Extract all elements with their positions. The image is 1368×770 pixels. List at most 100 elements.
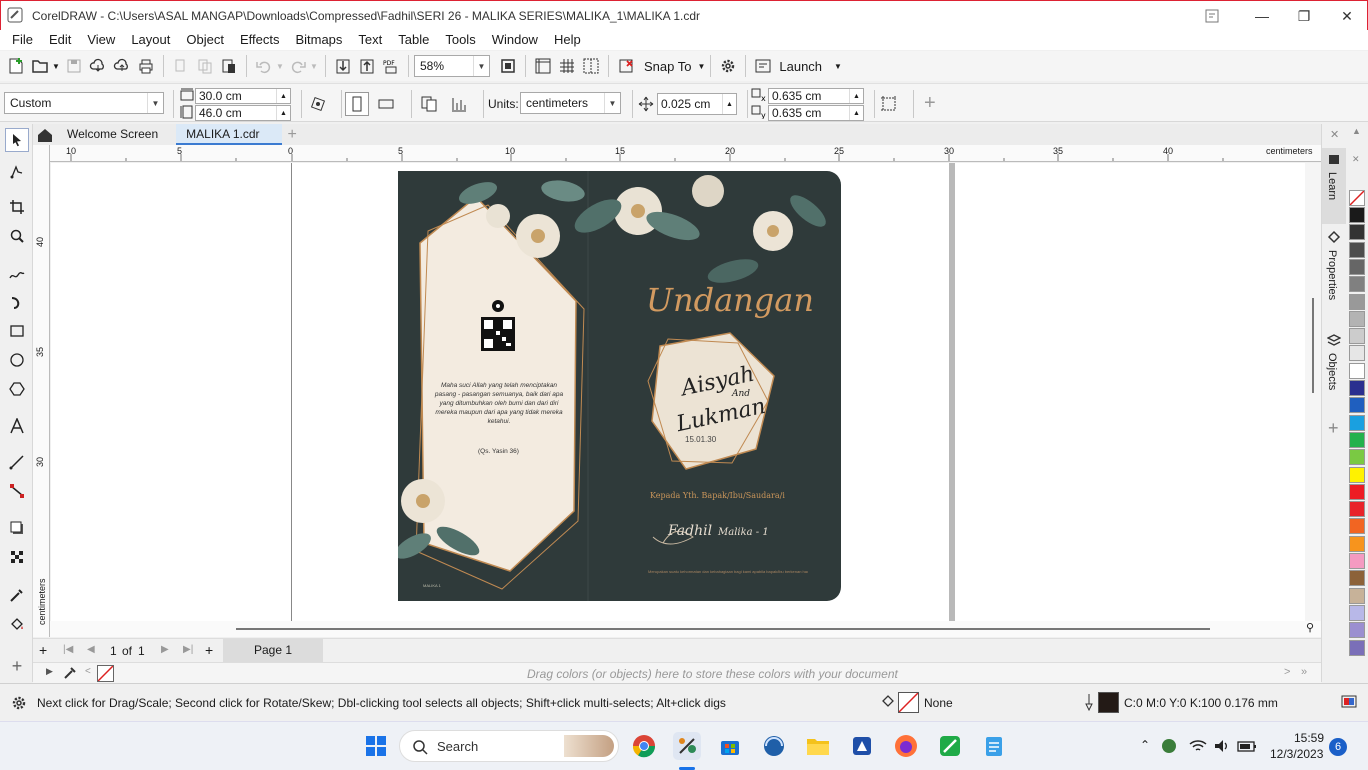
- copy-icon[interactable]: [193, 54, 217, 78]
- page-size-dropdown-icon[interactable]: ▼: [147, 93, 163, 113]
- palette-swatch[interactable]: [1349, 293, 1365, 310]
- zoom-level-combo[interactable]: 58% ▼: [414, 55, 490, 77]
- wifi-icon[interactable]: [1189, 738, 1207, 754]
- eyedropper-tool-icon[interactable]: [5, 583, 29, 607]
- snap-off-icon[interactable]: [614, 54, 638, 78]
- clock-time[interactable]: 15:59: [1294, 731, 1324, 745]
- menu-layout[interactable]: Layout: [125, 30, 176, 50]
- palette-swatch[interactable]: [1349, 466, 1365, 483]
- volume-icon[interactable]: [1213, 738, 1231, 754]
- print-app-icon[interactable]: [848, 732, 876, 760]
- microsoft-store-icon[interactable]: [716, 732, 744, 760]
- docker-tab-learn[interactable]: Learn: [1322, 148, 1346, 224]
- palette-swatch[interactable]: [1349, 241, 1365, 258]
- menu-text[interactable]: Text: [352, 30, 388, 50]
- tray-overflow-icon[interactable]: ⌃: [1140, 738, 1150, 752]
- start-button[interactable]: [362, 732, 390, 760]
- palette-swatch[interactable]: [1349, 310, 1365, 327]
- nudge-spinner-icon[interactable]: ▲: [722, 94, 736, 114]
- battery-icon[interactable]: [1237, 738, 1257, 754]
- landscape-icon[interactable]: [374, 92, 398, 116]
- next-page-icon[interactable]: ▶: [161, 644, 169, 655]
- tab-malika-1[interactable]: MALIKA 1.cdr: [176, 124, 282, 145]
- horizontal-ruler[interactable]: 10 5 0 5 10 15 20 25 30 35 40 centimeter…: [50, 145, 1321, 162]
- redo-dropdown-icon[interactable]: ▼: [310, 62, 320, 71]
- publish-pdf-icon[interactable]: PDF: [379, 54, 403, 78]
- status-settings-gear-icon[interactable]: [10, 694, 28, 712]
- rectangle-tool-icon[interactable]: [5, 319, 29, 343]
- transparency-tool-icon[interactable]: [5, 545, 29, 569]
- palette-swatch[interactable]: [1349, 570, 1365, 587]
- globe-app-icon[interactable]: [760, 732, 788, 760]
- docker-tab-objects[interactable]: Objects: [1322, 329, 1346, 399]
- vertical-scroll-thumb[interactable]: [1312, 298, 1314, 393]
- vertical-ruler[interactable]: 40 35 30 centimeters: [33, 145, 50, 637]
- cut-icon[interactable]: [169, 54, 193, 78]
- import-icon[interactable]: [331, 54, 355, 78]
- cloud-download-icon[interactable]: [86, 54, 110, 78]
- shape-tool-icon[interactable]: [5, 160, 29, 184]
- notepad-icon[interactable]: [980, 732, 1008, 760]
- new-document-icon[interactable]: [4, 54, 28, 78]
- portrait-icon[interactable]: [345, 92, 369, 116]
- units-combo[interactable]: centimeters ▼: [520, 92, 621, 114]
- invitation-design[interactable]: Undangan Aisyah And Lukman 15.01.30 Kepa…: [398, 171, 841, 601]
- ellipse-tool-icon[interactable]: [5, 348, 29, 372]
- cloud-upload-icon[interactable]: [110, 54, 134, 78]
- palette-swatch[interactable]: [1349, 535, 1365, 552]
- palette-swatch[interactable]: [1349, 604, 1365, 621]
- show-guidelines-icon[interactable]: [579, 54, 603, 78]
- docker-tab-properties[interactable]: Properties: [1322, 226, 1346, 306]
- menu-object[interactable]: Object: [180, 30, 230, 50]
- minimize-button[interactable]: —: [1250, 5, 1274, 27]
- duplicate-y-field[interactable]: 0.635 cm ▲: [768, 105, 864, 121]
- crop-tool-icon[interactable]: [5, 195, 29, 219]
- doc-palette-expand-icon[interactable]: ▶: [46, 666, 53, 677]
- launch-button[interactable]: Launch: [779, 59, 822, 74]
- units-dropdown-icon[interactable]: ▼: [604, 93, 620, 113]
- palette-swatch[interactable]: [1349, 483, 1365, 500]
- snap-to-button[interactable]: Snap To: [644, 59, 691, 74]
- full-screen-preview-icon[interactable]: [496, 54, 520, 78]
- menu-window[interactable]: Window: [486, 30, 544, 50]
- launch-icon[interactable]: [751, 54, 775, 78]
- close-button[interactable]: ✕: [1335, 5, 1359, 27]
- paste-icon[interactable]: [217, 54, 241, 78]
- notification-badge[interactable]: 6: [1329, 738, 1347, 756]
- palette-swatch[interactable]: [1349, 553, 1365, 569]
- help-icon[interactable]: [1200, 5, 1224, 27]
- palette-swatch[interactable]: [1349, 328, 1365, 345]
- parallel-dimension-tool-icon[interactable]: [5, 450, 29, 474]
- firefox-icon[interactable]: [892, 732, 920, 760]
- palette-swatch[interactable]: [1349, 518, 1365, 535]
- fill-color-swatch[interactable]: [898, 692, 919, 713]
- doc-palette-left-icon[interactable]: <: [85, 666, 91, 677]
- duplicate-x-field[interactable]: 0.635 cm ▲: [768, 88, 864, 104]
- tab-welcome-screen[interactable]: Welcome Screen: [57, 124, 168, 145]
- print-icon[interactable]: [134, 54, 158, 78]
- palette-swatch[interactable]: [1349, 431, 1365, 448]
- home-icon[interactable]: [33, 123, 57, 147]
- tray-app-icon[interactable]: [1160, 737, 1178, 755]
- show-grid-icon[interactable]: [555, 54, 579, 78]
- palette-scroll-up-icon[interactable]: ▲: [1352, 126, 1361, 136]
- last-page-icon[interactable]: ▶|: [183, 644, 193, 655]
- palette-swatch[interactable]: [1349, 397, 1365, 414]
- menu-bitmaps[interactable]: Bitmaps: [289, 30, 348, 50]
- add-page-before-icon[interactable]: +: [39, 642, 47, 658]
- snap-to-dropdown-icon[interactable]: ▼: [697, 62, 705, 71]
- restore-button[interactable]: ❐: [1292, 5, 1316, 27]
- duplicate-x-spinner-icon[interactable]: ▲: [849, 89, 863, 103]
- drawing-canvas[interactable]: Undangan Aisyah And Lukman 15.01.30 Kepa…: [51, 163, 1305, 621]
- options-gear-icon[interactable]: [716, 54, 740, 78]
- current-page-icon[interactable]: [447, 92, 471, 116]
- pick-tool-icon[interactable]: [5, 128, 29, 152]
- menu-file[interactable]: File: [6, 30, 39, 50]
- undo-dropdown-icon[interactable]: ▼: [276, 62, 286, 71]
- connector-tool-icon[interactable]: [5, 479, 29, 503]
- open-dropdown-icon[interactable]: ▼: [52, 62, 62, 71]
- menu-tools[interactable]: Tools: [439, 30, 481, 50]
- clock-date[interactable]: 12/3/2023: [1270, 747, 1323, 761]
- palette-swatch[interactable]: [1349, 414, 1365, 431]
- doc-palette-end-icon[interactable]: »: [1301, 666, 1307, 678]
